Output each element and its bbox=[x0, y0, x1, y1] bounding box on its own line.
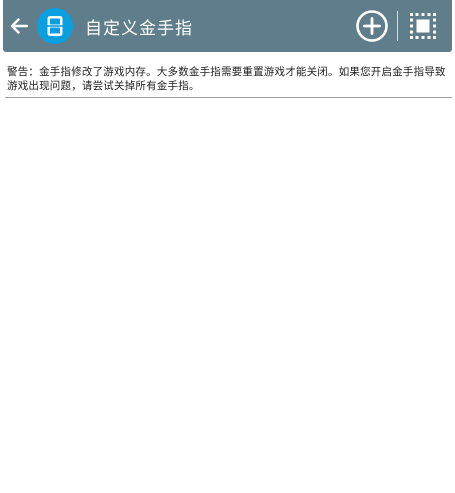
page-title: 自定义金手指 bbox=[85, 18, 193, 39]
select-all-icon bbox=[410, 13, 436, 39]
circle-plus-icon bbox=[356, 10, 388, 42]
app-bar: 自定义金手指 bbox=[3, 0, 452, 52]
cheat-list[interactable] bbox=[0, 98, 455, 493]
cheat-warning-text: 警告：金手指修改了游戏内存。大多数金手指需要重置游戏才能关闭。如果您开启金手指导… bbox=[7, 66, 446, 92]
app-logo bbox=[37, 8, 73, 44]
arrow-left-icon bbox=[10, 18, 29, 34]
back-button[interactable] bbox=[5, 0, 33, 52]
add-cheat-button[interactable] bbox=[353, 7, 391, 45]
toolbar-actions bbox=[353, 0, 442, 52]
toolbar-divider bbox=[397, 11, 398, 41]
handheld-console-icon bbox=[37, 8, 73, 44]
app-bar-container: 自定义金手指 bbox=[0, 0, 455, 58]
select-all-button[interactable] bbox=[404, 7, 442, 45]
